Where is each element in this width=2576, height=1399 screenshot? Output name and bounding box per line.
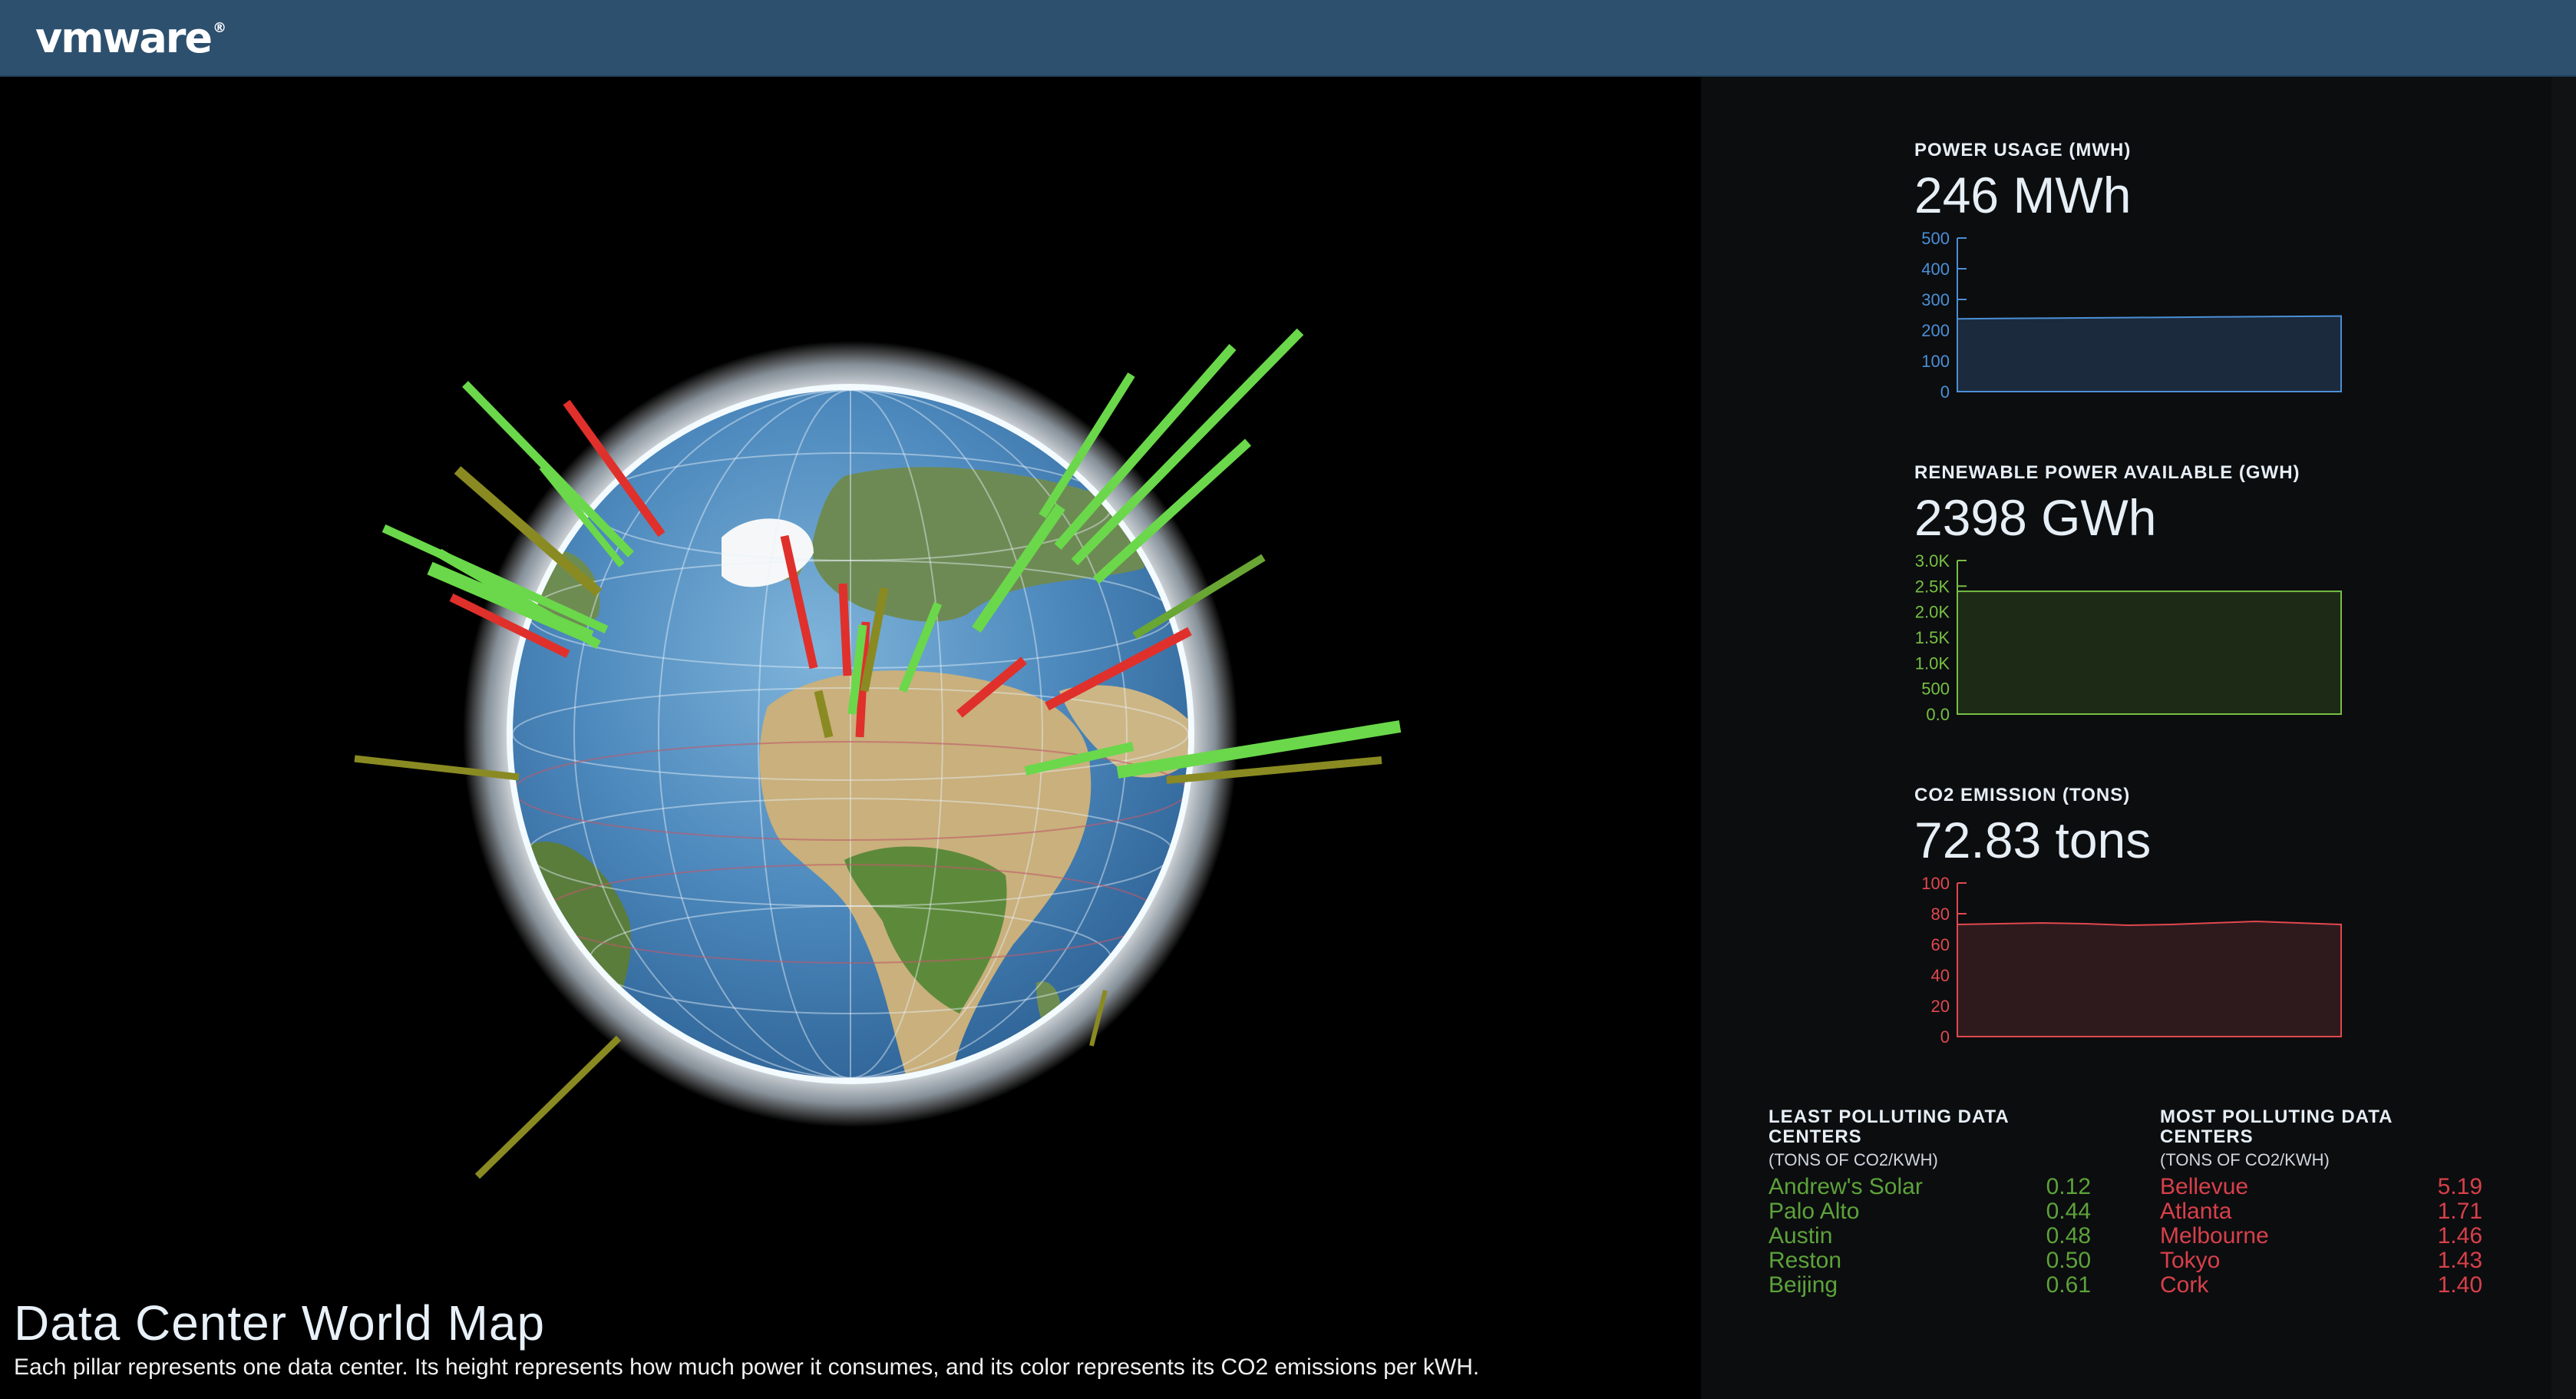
list-rows: Bellevue 5.19 Atlanta 1.71 Melbourne 1.46 Toky… [2160, 1175, 2482, 1298]
renewable-power-metric: RENEWABLE POWER AVAILABLE (GWH) 2398 GWh [1914, 462, 2300, 547]
metric-value: 72.83 tons [1914, 812, 2152, 868]
tick-label: 300 [1921, 290, 1950, 309]
tick-label: 400 [1921, 260, 1950, 279]
list-item: Andrew's Solar 0.12 [1769, 1175, 2091, 1199]
logo-text: vmware [35, 14, 213, 62]
list-item: Cork 1.40 [2160, 1273, 2482, 1298]
most-polluting-list: MOST POLLUTING DATA CENTERS (TONS OF CO2… [2160, 1107, 2482, 1298]
data-center-name: Beijing [1769, 1272, 1838, 1298]
tick-label: 1.0K [1915, 653, 1950, 673]
vmware-logo[interactable]: vmware ® [35, 14, 226, 62]
data-center-name: Tokyo [2160, 1248, 2221, 1273]
list-title: LEAST POLLUTING DATA CENTERS [1769, 1106, 2009, 1147]
globe-view[interactable] [0, 77, 1701, 1399]
tick-label: 100 [1921, 352, 1950, 371]
emission-value: 5.19 [2437, 1174, 2482, 1199]
data-center-name: Cork [2160, 1272, 2209, 1298]
list-item: Melbourne 1.46 [2160, 1224, 2482, 1249]
data-center-name: Palo Alto [1769, 1199, 1860, 1224]
co2-emission-chart: 100 80 60 40 20 0 [1921, 874, 2342, 1047]
emission-value: 0.12 [2046, 1174, 2091, 1199]
emission-value: 1.71 [2437, 1199, 2482, 1224]
tick-label: 500 [1921, 680, 1950, 699]
power-usage-metric: POWER USAGE (MWH) 246 MWh [1914, 140, 2131, 224]
list-unit: (TONS OF CO2/KWH) [1769, 1150, 1938, 1169]
page-title: Data Center World Map [14, 1295, 546, 1351]
pillar[interactable] [838, 583, 852, 676]
pillar[interactable] [474, 1035, 622, 1179]
co2-emission-metric: CO2 EMISSION (TONS) 72.83 tons [1914, 785, 2151, 869]
emission-value: 0.61 [2046, 1272, 2091, 1298]
scrollbar[interactable] [2551, 77, 2576, 1399]
area-series [1957, 590, 2342, 715]
data-center-name: Andrew's Solar [1769, 1174, 1923, 1199]
renewable-power-chart: 3.0K 2.5K 2.0K 1.5K 1.0K 500 0.0 [1915, 551, 2342, 724]
data-center-name: Reston [1769, 1248, 1842, 1273]
list-item: Austin 0.48 [1769, 1224, 2091, 1249]
list-title: MOST POLLUTING DATA CENTERS [2160, 1106, 2393, 1147]
data-center-name: Austin [1769, 1223, 1833, 1249]
list-rows: Andrew's Solar 0.12 Palo Alto 0.44 Austin 0.4… [1769, 1175, 2091, 1298]
metric-label: POWER USAGE (MWH) [1914, 140, 2132, 160]
metric-value: 246 MWh [1914, 167, 2132, 223]
globe-canvas[interactable] [0, 77, 1701, 1399]
tick-label: 0.0 [1926, 705, 1950, 724]
tick-label: 3.0K [1915, 551, 1950, 571]
tick-label: 500 [1921, 229, 1950, 248]
tick-label: 200 [1921, 321, 1950, 340]
tick-label: 20 [1931, 997, 1950, 1016]
area-series [1957, 315, 2342, 392]
tick-label: 0 [1940, 1027, 1950, 1047]
tick-label: 80 [1931, 905, 1950, 924]
list-item: Bellevue 5.19 [2160, 1175, 2482, 1199]
least-polluting-list: LEAST POLLUTING DATA CENTERS (TONS OF CO… [1769, 1107, 2091, 1298]
registered-mark: ® [213, 20, 226, 36]
tick-label: 2.5K [1915, 577, 1950, 596]
data-center-name: Atlanta [2160, 1199, 2232, 1224]
tick-label: 2.0K [1915, 603, 1950, 622]
tick-label: 100 [1921, 874, 1950, 893]
list-unit: (TONS OF CO2/KWH) [2160, 1150, 2330, 1169]
emission-value: 0.44 [2046, 1199, 2091, 1224]
metric-label: RENEWABLE POWER AVAILABLE (GWH) [1914, 462, 2300, 483]
area-series [1957, 920, 2342, 1037]
power-usage-chart: 500 400 300 200 100 0 [1921, 229, 2342, 402]
list-item: Tokyo 1.43 [2160, 1249, 2482, 1273]
emission-value: 0.50 [2046, 1248, 2091, 1273]
emission-value: 1.40 [2437, 1272, 2482, 1298]
metric-label: CO2 EMISSION (TONS) [1914, 785, 2131, 805]
emission-value: 0.48 [2046, 1223, 2091, 1249]
tick-label: 1.5K [1915, 628, 1950, 647]
top-bar: vmware ® [0, 0, 2576, 77]
tick-label: 40 [1931, 966, 1950, 985]
data-center-name: Bellevue [2160, 1174, 2249, 1199]
emission-value: 1.43 [2437, 1248, 2482, 1273]
list-item: Reston 0.50 [1769, 1249, 2091, 1273]
emission-value: 1.46 [2437, 1223, 2482, 1249]
tick-label: 60 [1931, 935, 1950, 954]
page-subtitle: Each pillar represents one data center. … [14, 1354, 1480, 1380]
list-item: Palo Alto 0.44 [1769, 1199, 2091, 1224]
metric-value: 2398 GWh [1914, 489, 2157, 546]
tick-label: 0 [1940, 382, 1950, 402]
data-center-name: Melbourne [2160, 1223, 2269, 1249]
list-item: Atlanta 1.71 [2160, 1199, 2482, 1224]
list-item: Beijing 0.61 [1769, 1273, 2091, 1298]
